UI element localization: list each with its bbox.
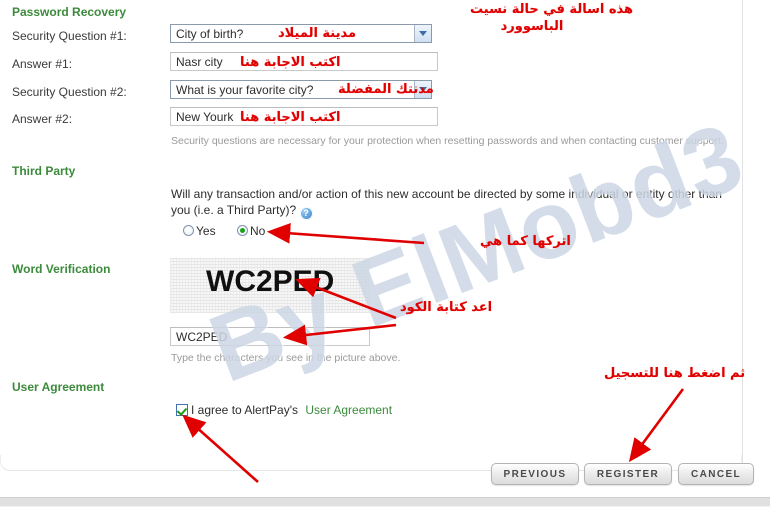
help-icon[interactable]: ? <box>299 207 313 220</box>
label-answer-2: Answer #2: <box>12 112 73 126</box>
annotation-third-party: اتركها كما هي <box>480 234 571 249</box>
section-heading-third-party: Third Party <box>12 164 76 178</box>
third-party-option-yes-label: Yes <box>196 224 216 238</box>
annotation-answer-1: اكتب الاجابة هنا <box>240 55 341 70</box>
answer-2-value: New Yourk <box>176 110 234 124</box>
registration-page: By ElMobd3 Password Recovery Security Qu… <box>0 0 770 512</box>
annotation-arrows <box>182 222 685 483</box>
footer-bar <box>0 497 770 507</box>
annotation-register: ثم اضغط هنا للتسجيل <box>604 366 746 381</box>
user-agreement-checkbox[interactable] <box>176 404 188 416</box>
label-security-question-1: Security Question #1: <box>12 29 127 43</box>
annotation-answer-2: اكتب الاجابة هنا <box>240 110 341 125</box>
third-party-question-block: Will any transaction and/or action of th… <box>171 186 727 220</box>
captcha-input[interactable]: WC2PED <box>170 327 370 346</box>
security-question-1-value: City of birth? <box>176 27 244 41</box>
radio-icon-yes[interactable] <box>183 225 194 236</box>
captcha-code-text: WC2PED <box>206 265 335 298</box>
user-agreement-link[interactable]: User Agreement <box>305 403 392 417</box>
label-security-question-2: Security Question #2: <box>12 85 127 99</box>
captcha-input-value: WC2PED <box>176 330 228 344</box>
previous-button[interactable]: PREVIOUS <box>491 463 579 485</box>
section-heading-user-agreement: User Agreement <box>12 380 105 394</box>
user-agreement-text: I agree to AlertPay's <box>191 403 299 417</box>
section-heading-word-verification: Word Verification <box>12 262 111 276</box>
captcha-image: WC2PED <box>170 258 370 313</box>
panel-right-border <box>742 0 743 472</box>
radio-icon-no[interactable] <box>237 225 248 236</box>
third-party-option-no-label: No <box>250 224 266 238</box>
label-answer-1: Answer #1: <box>12 57 73 71</box>
chevron-down-icon[interactable] <box>414 25 431 42</box>
annotation-question-2: مدنتك المفضلة <box>338 82 434 97</box>
annotation-captcha: اعد كتابة الكود <box>400 300 493 315</box>
annotation-question-1: مدينة الميلاد <box>278 26 357 41</box>
section-heading-password-recovery: Password Recovery <box>12 5 127 19</box>
answer-1-value: Nasr city <box>176 55 223 69</box>
third-party-option-yes[interactable]: Yes <box>183 224 216 238</box>
security-question-2-value: What is your favorite city? <box>176 83 314 97</box>
user-agreement-row[interactable]: I agree to AlertPay's User Agreement <box>176 403 392 417</box>
security-questions-note: Security questions are necessary for you… <box>171 135 724 147</box>
captcha-note: Type the characters you see in the pictu… <box>171 352 401 364</box>
annotation-top-right-line2: الباسوورد <box>500 19 564 34</box>
third-party-option-no[interactable]: No <box>237 224 265 238</box>
third-party-question-text: Will any transaction and/or action of th… <box>171 187 722 217</box>
annotation-top-right-line1: هذه اسالة في حالة نسيت <box>470 2 634 17</box>
cancel-button[interactable]: CANCEL <box>678 463 754 485</box>
register-button[interactable]: REGISTER <box>584 463 672 485</box>
